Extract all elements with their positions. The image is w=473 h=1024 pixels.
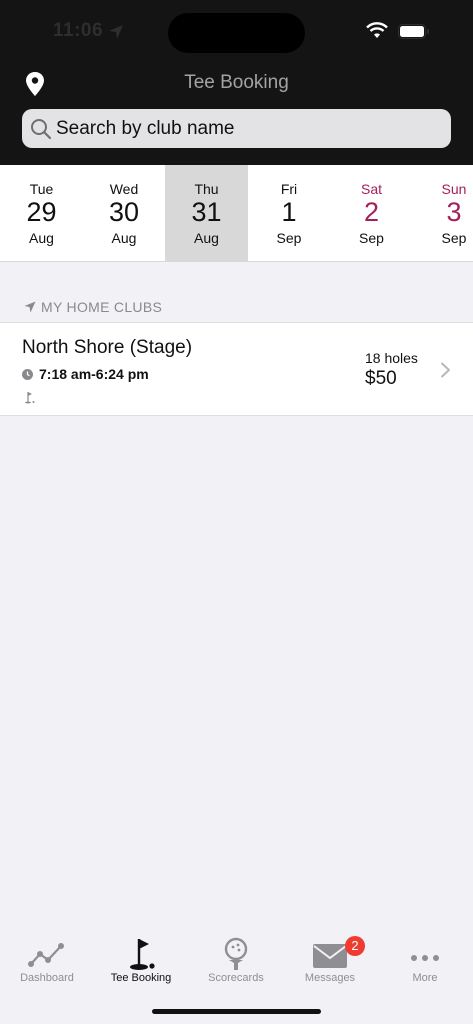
club-hours-text: 7:18 am-6:24 pm xyxy=(39,366,149,382)
search-icon xyxy=(31,119,52,140)
section-header: MY HOME CLUBS xyxy=(24,298,162,316)
date-cell[interactable]: Sun 3 Sep xyxy=(413,165,473,261)
club-name: North Shore (Stage) xyxy=(22,337,193,358)
section-title: MY HOME CLUBS xyxy=(41,299,163,315)
tab-more[interactable]: More xyxy=(378,930,472,1000)
envelope-icon xyxy=(313,944,347,968)
date-dow: Fri xyxy=(280,181,298,197)
status-bar: 11:06 xyxy=(0,0,473,60)
clock-icon xyxy=(22,368,33,380)
golf-ball-tee-icon xyxy=(224,937,248,970)
chevron-right-icon xyxy=(441,362,450,378)
club-holes: 18 holes xyxy=(365,350,418,366)
date-strip[interactable]: Tue 29 Aug Wed 30 Aug Thu 31 Aug Fri 1 Sep Sat 2 Sep Su… xyxy=(0,165,473,262)
date-month: Sep xyxy=(359,230,384,246)
home-indicator xyxy=(152,1009,321,1014)
date-dow: Sat xyxy=(360,181,382,197)
date-day: 1 xyxy=(281,197,297,227)
golf-flag-icon xyxy=(130,939,155,970)
date-cell[interactable]: Thu 31 Aug xyxy=(165,165,248,261)
club-row[interactable]: North Shore (Stage) 7:18 am-6:24 pm 18 h… xyxy=(0,322,473,416)
date-cell[interactable]: Sat 2 Sep xyxy=(330,165,413,261)
chart-line-icon xyxy=(28,943,64,967)
date-cell[interactable]: Fri 1 Sep xyxy=(248,165,331,261)
date-day: 30 xyxy=(108,197,140,227)
date-day: 2 xyxy=(363,197,380,227)
club-hours: 7:18 am-6:24 pm xyxy=(22,366,149,382)
search-input[interactable] xyxy=(56,109,436,148)
search-box[interactable] xyxy=(22,109,451,148)
date-cell[interactable]: Wed 30 Aug xyxy=(83,165,166,261)
messages-badge: 2 xyxy=(345,936,365,956)
date-month: Aug xyxy=(29,230,54,246)
date-day: 3 xyxy=(446,197,462,227)
club-price: $50 xyxy=(365,368,397,389)
date-day: 29 xyxy=(26,197,57,227)
date-month: Aug xyxy=(194,230,219,246)
date-month: Sep xyxy=(276,230,302,246)
header: 11:06 Tee Booking xyxy=(0,0,473,165)
date-dow: Thu xyxy=(194,181,219,197)
date-dow: Tue xyxy=(29,181,54,197)
tab-label: Messages xyxy=(304,972,356,984)
tab-label: Scorecards xyxy=(208,972,264,984)
golf-flag-icon xyxy=(25,392,35,404)
location-arrow-icon xyxy=(109,25,123,39)
battery-icon xyxy=(398,24,429,39)
tab-label: Dashboard xyxy=(20,972,74,984)
date-cell[interactable]: Tue 29 Aug xyxy=(0,165,83,261)
ellipsis-icon xyxy=(411,955,439,961)
date-month: Aug xyxy=(111,230,137,246)
date-dow: Sun xyxy=(441,181,467,197)
dynamic-island xyxy=(168,13,305,53)
date-month: Sep xyxy=(441,230,467,246)
date-day: 31 xyxy=(191,197,222,227)
wifi-icon xyxy=(366,22,388,38)
status-time: 11:06 xyxy=(53,20,104,41)
location-arrow-icon xyxy=(24,301,36,313)
date-dow: Wed xyxy=(109,181,139,197)
tab-label: Tee Booking xyxy=(110,972,172,984)
tab-tee-booking[interactable]: Tee Booking xyxy=(94,930,188,1000)
tab-label: More xyxy=(412,972,438,984)
tab-dashboard[interactable]: Dashboard xyxy=(0,930,94,1000)
page-title: Tee Booking xyxy=(184,72,289,93)
tab-scorecards[interactable]: Scorecards xyxy=(189,930,283,1000)
